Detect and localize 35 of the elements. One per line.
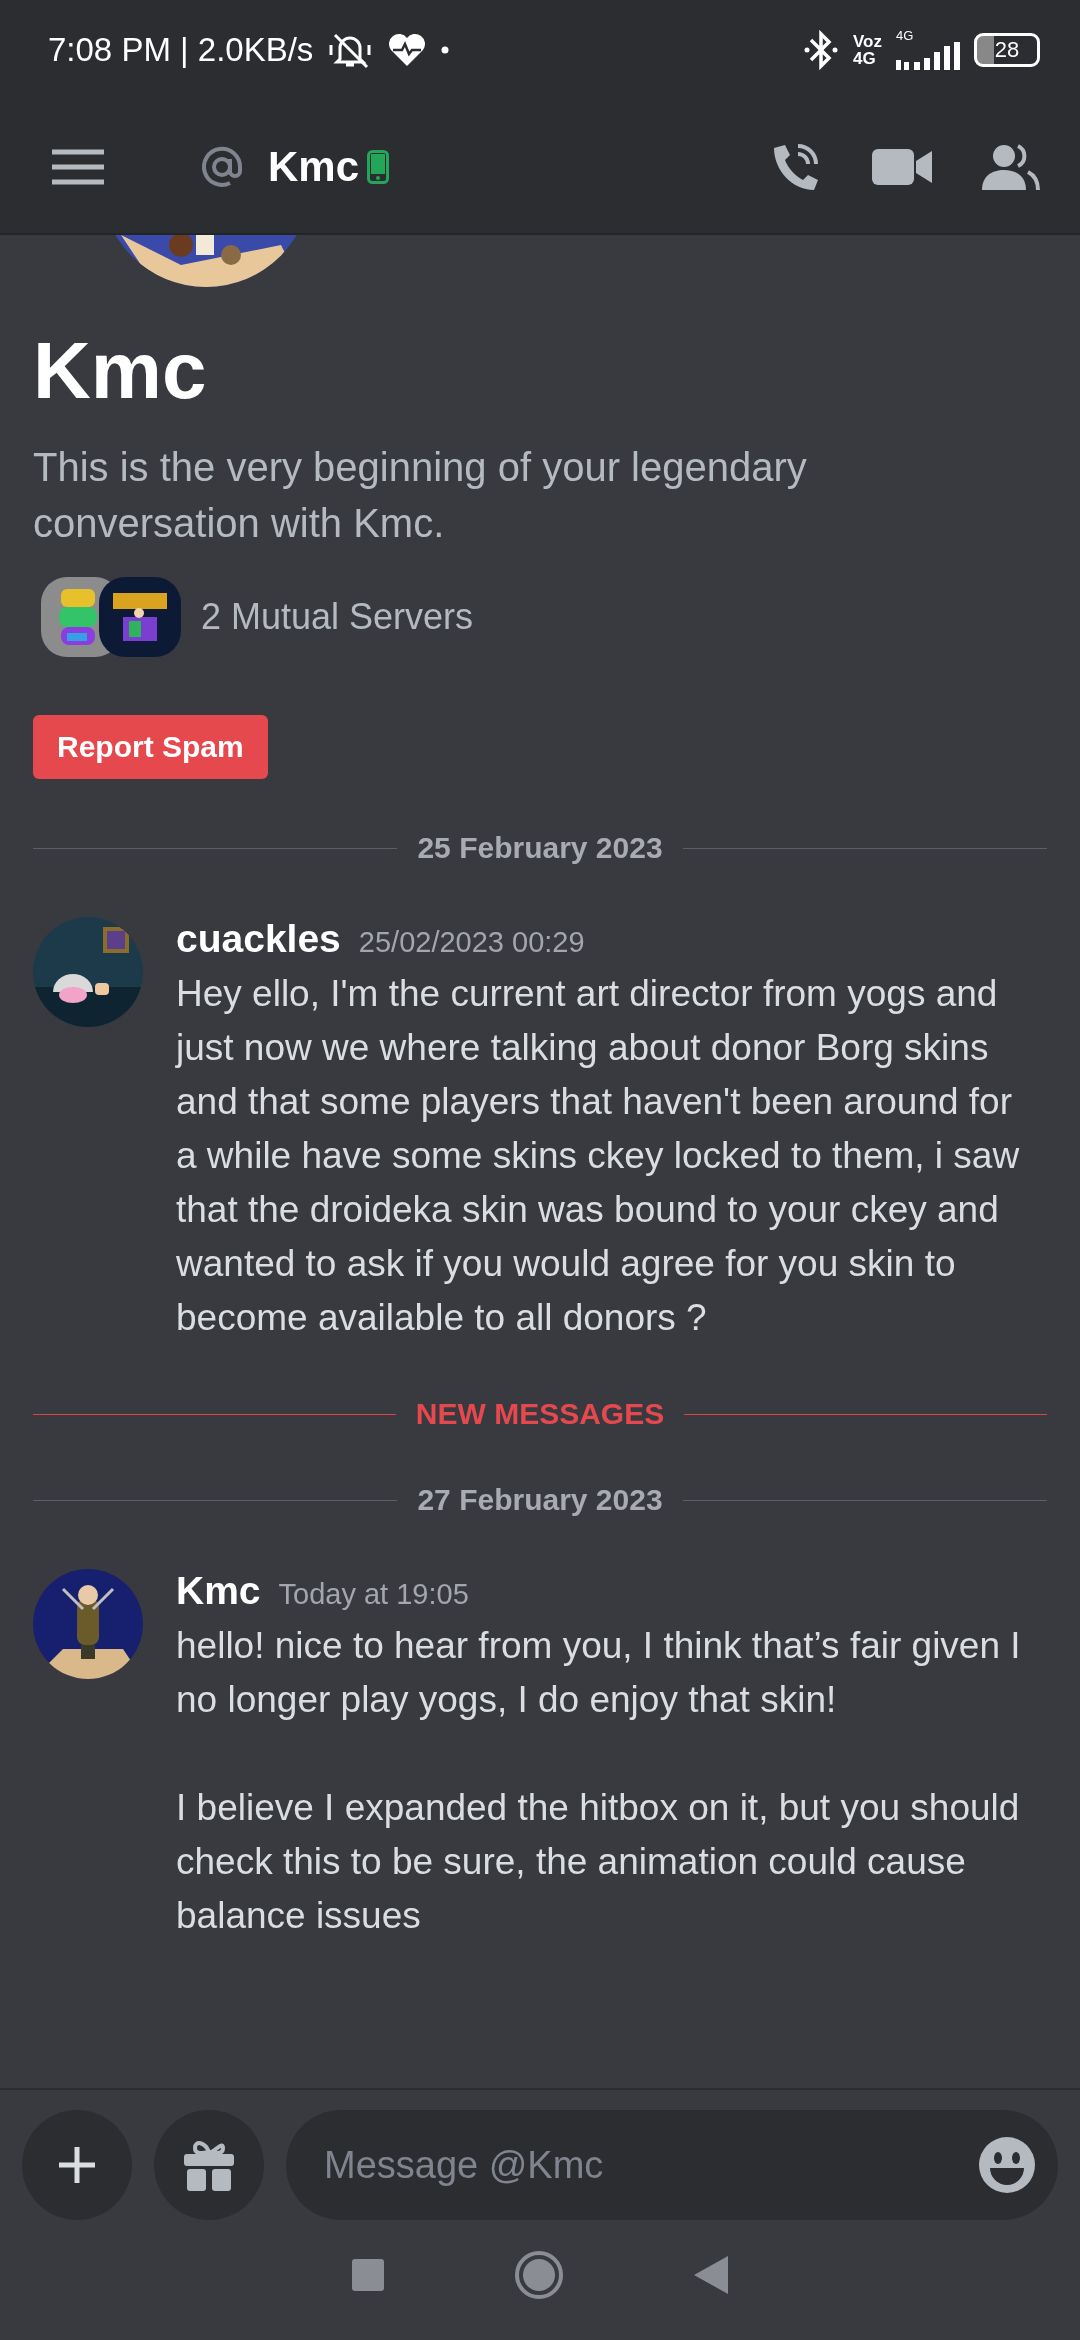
date-label: 25 February 2023 (417, 831, 663, 865)
message-text: Hey ello, I'm the current art director from yogs and just now we where talking about donor Borg skins and that some players that haven't been around for a while have some skins ckey locked to them, i saw that the droideka skin was bound to your ckey and wanted to ask if you would agree for you skin to become available to all donors ? (176, 972, 1021, 1340)
network-type-label: 4G (896, 28, 914, 42)
back-icon[interactable] (694, 2256, 728, 2294)
channel-title: Kmc (268, 142, 360, 191)
emoji-icon[interactable] (978, 2136, 1036, 2194)
volte-label: Voz (853, 33, 882, 50)
message-timestamp: 25/02/2023 00:29 (358, 926, 585, 959)
message-text: I believe I expanded the hitbox on it, but you should check this to be sure, the animation could cause balance issues (176, 1786, 1021, 1938)
author-name[interactable]: cuackles (176, 917, 341, 961)
plus-icon (57, 2145, 97, 2185)
message-timestamp: Today at 19:05 (278, 1578, 469, 1611)
at-sign-icon (200, 144, 244, 189)
report-spam-button[interactable]: Report Spam (33, 715, 268, 779)
menu-icon[interactable] (52, 148, 104, 185)
signal-icon (896, 41, 960, 72)
message-input[interactable]: Message @Kmc (286, 2110, 1058, 2220)
bluetooth-icon (803, 28, 840, 72)
conversation-intro-text: This is the very beginning of your legendary conversation with Kmc. (33, 444, 808, 547)
mutual-servers-link[interactable]: 2 Mutual Servers (201, 596, 474, 638)
profile-name: Kmc (33, 325, 208, 417)
date-label: 27 February 2023 (417, 1483, 663, 1517)
video-call-icon[interactable] (872, 146, 932, 187)
mobile-status-icon (367, 149, 390, 184)
message-text: hello! nice to hear from you, I think that’s fair given I no longer play yogs, I do enjoy that skin! (176, 1624, 1022, 1722)
dot-icon (441, 46, 450, 54)
gift-icon (182, 2138, 236, 2192)
new-messages-label: NEW MESSAGES (415, 1397, 665, 1431)
battery-indicator: 28 (974, 33, 1040, 67)
status-time: 7:08 PM | 2.0KB/s (48, 31, 314, 69)
home-icon[interactable] (514, 2250, 564, 2300)
heart-pulse-icon (387, 32, 428, 68)
author-name[interactable]: Kmc (176, 1569, 261, 1613)
members-icon[interactable] (982, 143, 1040, 190)
volte-label: 4G (853, 50, 877, 67)
